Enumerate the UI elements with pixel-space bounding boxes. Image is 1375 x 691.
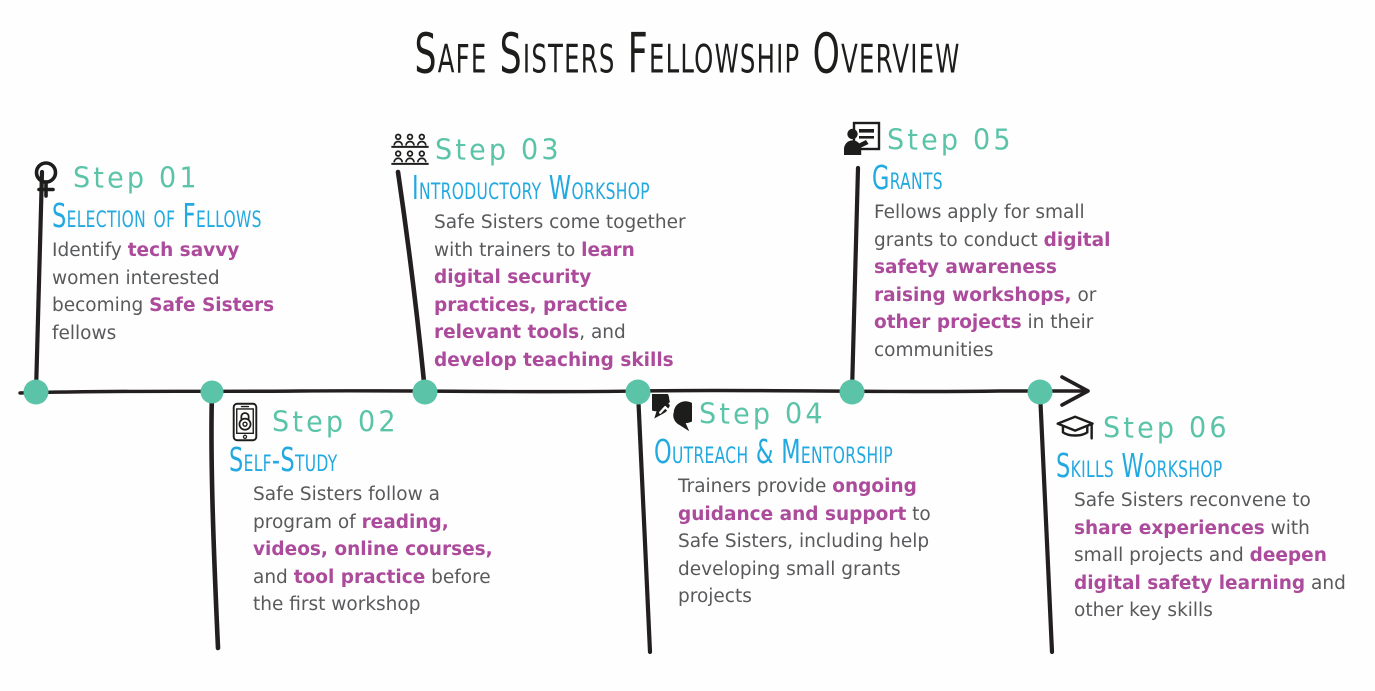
- step-header: Step 03: [390, 130, 695, 170]
- step-label: Step 02: [272, 405, 399, 439]
- audience-group-icon: [391, 133, 429, 165]
- graduation-cap-icon: [1056, 415, 1094, 440]
- step-block-04[interactable]: Step 04 Outreach & Mentorship Trainers p…: [652, 394, 940, 611]
- step-body: Safe Sisters reconvene to share experien…: [1074, 490, 1346, 621]
- page-title: Safe Sisters Fellowship Overview: [414, 22, 961, 87]
- step-title: Grants: [872, 158, 943, 197]
- step-label: Step 04: [699, 397, 826, 431]
- infographic-canvas: Safe Sisters Fellowship Overview Step 01…: [0, 0, 1375, 691]
- step-title: Introductory Workshop: [412, 168, 650, 207]
- step-block-02[interactable]: Step 02 Self-Study Safe Sisters follow a…: [225, 402, 497, 619]
- step-body: Identify tech savvy women interested bec…: [52, 240, 275, 344]
- step-header: Step 02: [225, 402, 497, 442]
- speech-bubbles-chart-icon: [652, 394, 692, 432]
- timeline-node-6: [1027, 379, 1053, 405]
- step-header: Step 05: [842, 120, 1124, 160]
- step-title: Self-Study: [229, 440, 338, 479]
- step-label: Step 05: [887, 123, 1014, 157]
- step-header: Step 06: [1056, 408, 1346, 448]
- step-header: Step 04: [652, 394, 940, 434]
- step-block-01[interactable]: Step 01 Selection of Fellows Identify te…: [26, 158, 294, 347]
- phone-lock-icon: [232, 402, 258, 442]
- step-body: Safe Sisters follow a program of reading…: [253, 484, 493, 615]
- timeline-node-3: [412, 379, 438, 405]
- step-label: Step 01: [73, 161, 200, 195]
- step-header: Step 01: [26, 158, 294, 198]
- step-body: Safe Sisters come together with trainers…: [434, 212, 686, 371]
- timeline-node-1: [23, 379, 49, 405]
- step-title: Outreach & Mentorship: [654, 432, 894, 471]
- step-block-05[interactable]: Step 05 Grants Fellows apply for small g…: [842, 120, 1124, 364]
- timeline-node-2: [200, 380, 224, 404]
- step-title: Selection of Fellows: [52, 196, 262, 235]
- step-body: Fellows apply for small grants to conduc…: [874, 202, 1111, 361]
- step-label: Step 03: [435, 133, 562, 167]
- presenter-board-icon: [844, 121, 881, 155]
- step-block-03[interactable]: Step 03 Introductory Workshop Safe Siste…: [390, 130, 695, 374]
- step-label: Step 06: [1103, 411, 1230, 445]
- step-body: Trainers provide ongoing guidance and su…: [678, 476, 931, 607]
- venus-symbol-icon: [34, 161, 58, 198]
- step-title: Skills Workshop: [1056, 446, 1223, 485]
- step-block-06[interactable]: Step 06 Skills Workshop Safe Sisters rec…: [1056, 408, 1346, 625]
- timeline-node-4: [625, 379, 651, 405]
